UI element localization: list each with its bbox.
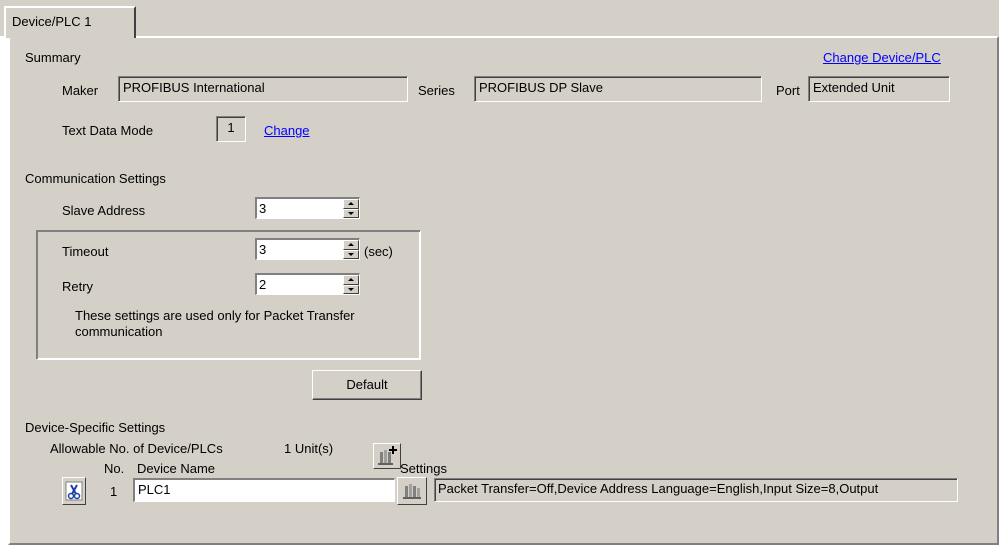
settings-icon [403,484,421,499]
maker-label: Maker [62,83,99,98]
summary-heading: Summary [25,50,81,65]
column-device-name-header: Device Name [137,461,216,476]
device-settings-button[interactable] [397,477,427,505]
text-data-mode-value: 1 [216,116,246,142]
allowable-value: 1 Unit(s) [284,441,334,456]
timeout-label: Timeout [62,244,109,259]
delete-device-button[interactable] [62,477,86,505]
allowable-label: Allowable No. of Device/PLCs [50,441,223,456]
slave-address-down-button[interactable] [343,209,359,218]
add-device-icon [378,446,397,465]
timeout-unit: (sec) [364,244,393,259]
arrow-up-icon [348,278,354,281]
retry-up-button[interactable] [343,275,359,285]
port-field: Extended Unit [808,76,950,102]
add-device-button[interactable] [373,443,401,469]
slave-address-up-button[interactable] [343,199,359,209]
device-name-field[interactable]: PLC1 [133,478,395,502]
arrow-down-icon [348,253,354,256]
timeout-up-button[interactable] [343,240,359,250]
row-no: 1 [110,484,118,499]
timeout-value: 3 [259,242,267,257]
arrow-down-icon [348,288,354,291]
retry-value: 2 [259,277,267,292]
series-field: PROFIBUS DP Slave [474,76,762,102]
change-device-plc-link[interactable]: Change Device/PLC [823,50,941,66]
slave-address-stepper[interactable]: 3 [255,197,360,219]
tab-label: Device/PLC 1 [12,14,92,29]
column-settings-header: Settings [400,461,447,476]
default-button[interactable]: Default [312,370,422,400]
text-data-mode-label: Text Data Mode [62,123,154,138]
series-label: Series [418,83,455,98]
tab-strip [0,0,999,36]
retry-label: Retry [62,279,94,294]
device-settings-summary: Packet Transfer=Off,Device Address Langu… [434,478,958,502]
maker-field: PROFIBUS International [118,76,408,102]
timeout-down-button[interactable] [343,250,359,259]
column-no-header: No. [104,461,125,476]
retry-stepper[interactable]: 2 [255,273,360,295]
device-specific-heading: Device-Specific Settings [25,420,166,435]
slave-address-label: Slave Address [62,203,146,218]
arrow-down-icon [348,212,354,215]
arrow-up-icon [348,202,354,205]
communication-settings-heading: Communication Settings [25,171,166,186]
timeout-stepper[interactable]: 3 [255,238,360,260]
arrow-up-icon [348,243,354,246]
retry-down-button[interactable] [343,285,359,294]
scissors-icon [65,481,83,501]
packet-transfer-note: These settings are used only for Packet … [75,308,355,339]
change-text-mode-link[interactable]: Change [264,123,310,139]
tab-device-plc-1[interactable]: Device/PLC 1 [4,6,136,38]
port-label: Port [776,83,800,98]
slave-address-value: 3 [259,201,267,216]
